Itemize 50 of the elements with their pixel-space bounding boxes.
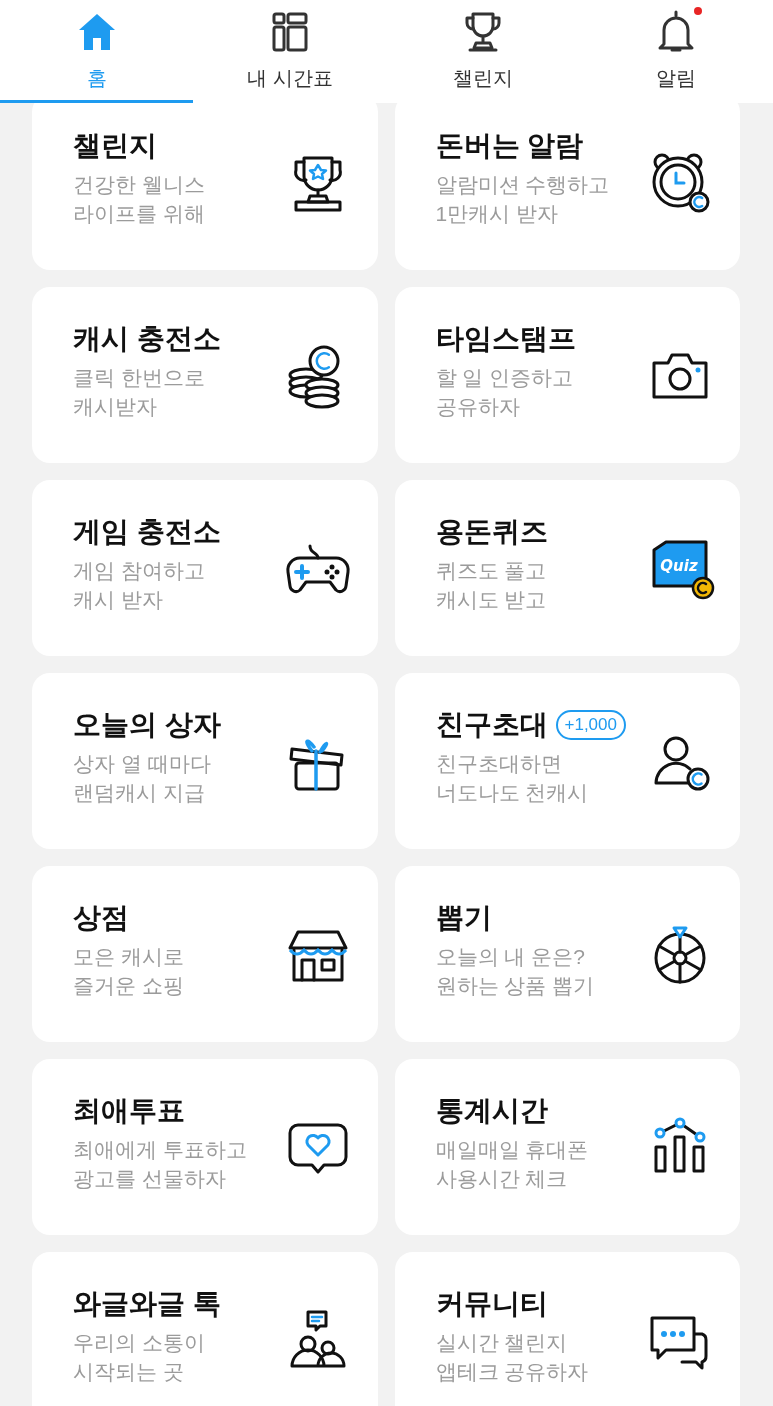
menu-card[interactable]: 통계시간 매일매일 휴대폰 사용시간 체크 [394,1059,740,1235]
menu-card[interactable]: 최애투표 최애에게 투표하고 광고를 선물하자 [32,1059,378,1235]
tab-label: 챌린지 [453,66,514,90]
nav-tab[interactable]: 알림 [579,0,773,103]
card-description: 친구초대하면 너도나도 천캐시 [435,751,590,806]
card-title: 친구초대 [435,708,548,742]
menu-card[interactable]: 돈버는 알람 알람미션 수행하고 1만캐시 받자 [394,103,740,270]
menu-card[interactable]: 챌린지 건강한 웰니스 라이프를 위해 [32,103,378,270]
card-description: 실시간 챌린지 앱테크 공유하자 [435,1330,590,1385]
menu-card[interactable]: 캐시 충전소 클릭 한번으로 캐시받자 [32,287,378,463]
card-description: 건강한 웰니스 라이프를 위해 [73,172,206,227]
tab-label: 알림 [656,66,697,90]
card-description: 알람미션 수행하고 1만캐시 받자 [435,172,611,227]
card-title: 캐시 충전소 [73,322,221,356]
card-description: 모은 캐시로 즐거운 쇼핑 [73,944,185,999]
menu-card[interactable]: 상점 모은 캐시로 즐거운 쇼핑 [32,866,378,1042]
card-description: 오늘의 내 운은? 원하는 상품 뽑기 [435,944,596,999]
tab-label: 홈 [86,66,107,90]
card-description: 매일매일 휴대폰 사용시간 체크 [435,1137,590,1192]
card-title: 최애투표 [73,1094,185,1128]
menu-card[interactable]: 뽑기 오늘의 내 운은? 원하는 상품 뽑기 [394,866,740,1042]
nav-tab[interactable]: 챌린지 [386,0,580,103]
card-title: 용돈퀴즈 [435,515,548,549]
card-title: 와글와글 톡 [73,1287,221,1321]
menu-card[interactable]: 오늘의 상자 상자 열 때마다 랜덤캐시 지급 [32,673,378,849]
menu-card[interactable]: 용돈퀴즈 퀴즈도 풀고 캐시도 받고 Quiz [394,480,740,656]
card-description: 우리의 소통이 시작되는 곳 [73,1330,206,1385]
card-title: 뽑기 [435,901,492,935]
menu-card[interactable]: 친구초대 +1,000 친구초대하면 너도나도 천캐시 [394,673,740,849]
card-title: 게임 충전소 [73,515,221,549]
menu-card[interactable]: 타임스탬프 할 일 인증하고 공유하자 [394,287,740,463]
card-description: 퀴즈도 풀고 캐시도 받고 [435,558,548,613]
card-title: 오늘의 상자 [73,708,221,742]
card-description: 게임 참여하고 캐시 받자 [73,558,206,613]
menu-card[interactable]: 와글와글 톡 우리의 소통이 시작되는 곳 [32,1252,378,1406]
card-title: 커뮤니티 [435,1287,548,1321]
tab-label: 내 시간표 [247,66,333,90]
reward-badge: +1,000 [555,710,626,740]
card-title: 챌린지 [73,129,157,163]
card-title: 돈버는 알람 [435,129,584,163]
card-description: 클릭 한번으로 캐시받자 [73,365,206,420]
menu-card[interactable]: 게임 충전소 게임 참여하고 캐시 받자 [32,480,378,656]
card-title: 타임스탬프 [435,322,576,356]
card-description: 할 일 인증하고 공유하자 [435,365,575,420]
nav-tab[interactable]: 내 시간표 [193,0,387,103]
card-title: 통계시간 [435,1094,548,1128]
menu-card[interactable]: 커뮤니티 실시간 챌린지 앱테크 공유하자 [394,1252,740,1406]
card-description: 최애에게 투표하고 광고를 선물하자 [73,1137,248,1192]
card-description: 상자 열 때마다 랜덤캐시 지급 [73,751,212,806]
card-title: 상점 [73,901,129,935]
